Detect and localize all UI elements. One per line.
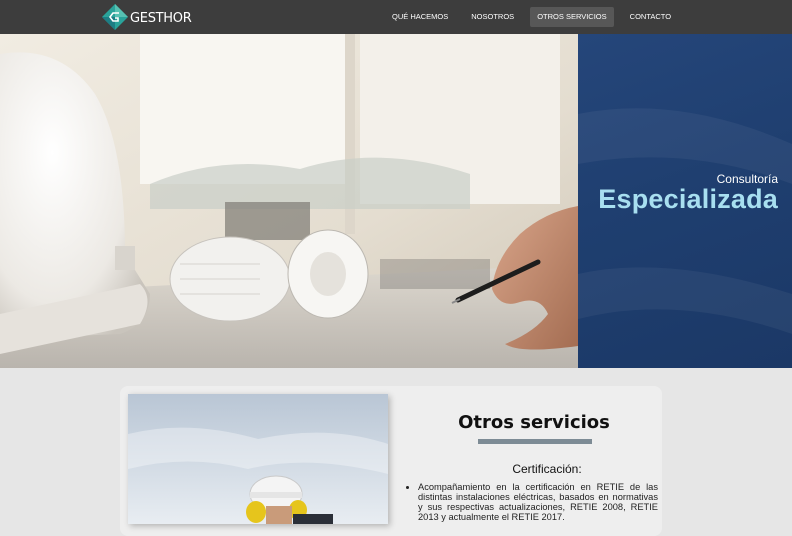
- nav-item-nosotros[interactable]: NOSOTROS: [464, 7, 521, 27]
- main-menu: QUÉ HACEMOS NOSOTROS OTROS SERVICIOS CON…: [385, 7, 682, 27]
- hero-banner: Consultoría Especializada: [0, 34, 792, 368]
- nav-item-que-hacemos[interactable]: QUÉ HACEMOS: [385, 7, 455, 27]
- section-title: Otros servicios: [458, 412, 610, 433]
- title-underline: [478, 439, 592, 444]
- top-navbar: GESTHOR QUÉ HACEMOS NOSOTROS OTROS SERVI…: [0, 0, 792, 34]
- nav-item-otros-servicios[interactable]: OTROS SERVICIOS: [530, 7, 614, 27]
- brand-name: GESTHOR: [130, 10, 192, 26]
- certification-heading: Certificación:: [512, 462, 582, 476]
- gesthor-logo-icon: [102, 4, 128, 30]
- hero-blue-panel: Consultoría Especializada: [578, 34, 792, 368]
- nav-item-contacto[interactable]: CONTACTO: [623, 7, 678, 27]
- certification-list: Acompañamiento en la certificación en RE…: [408, 482, 658, 522]
- brand-logo[interactable]: GESTHOR: [102, 4, 192, 30]
- list-item: Acompañamiento en la certificación en RE…: [418, 482, 658, 522]
- services-card: Otros servicios Certificación: Acompañam…: [120, 386, 662, 536]
- worker-photo: [128, 394, 388, 524]
- hero-title: Especializada: [598, 184, 778, 214]
- hero-photo-hardhat-blueprints: [0, 34, 578, 368]
